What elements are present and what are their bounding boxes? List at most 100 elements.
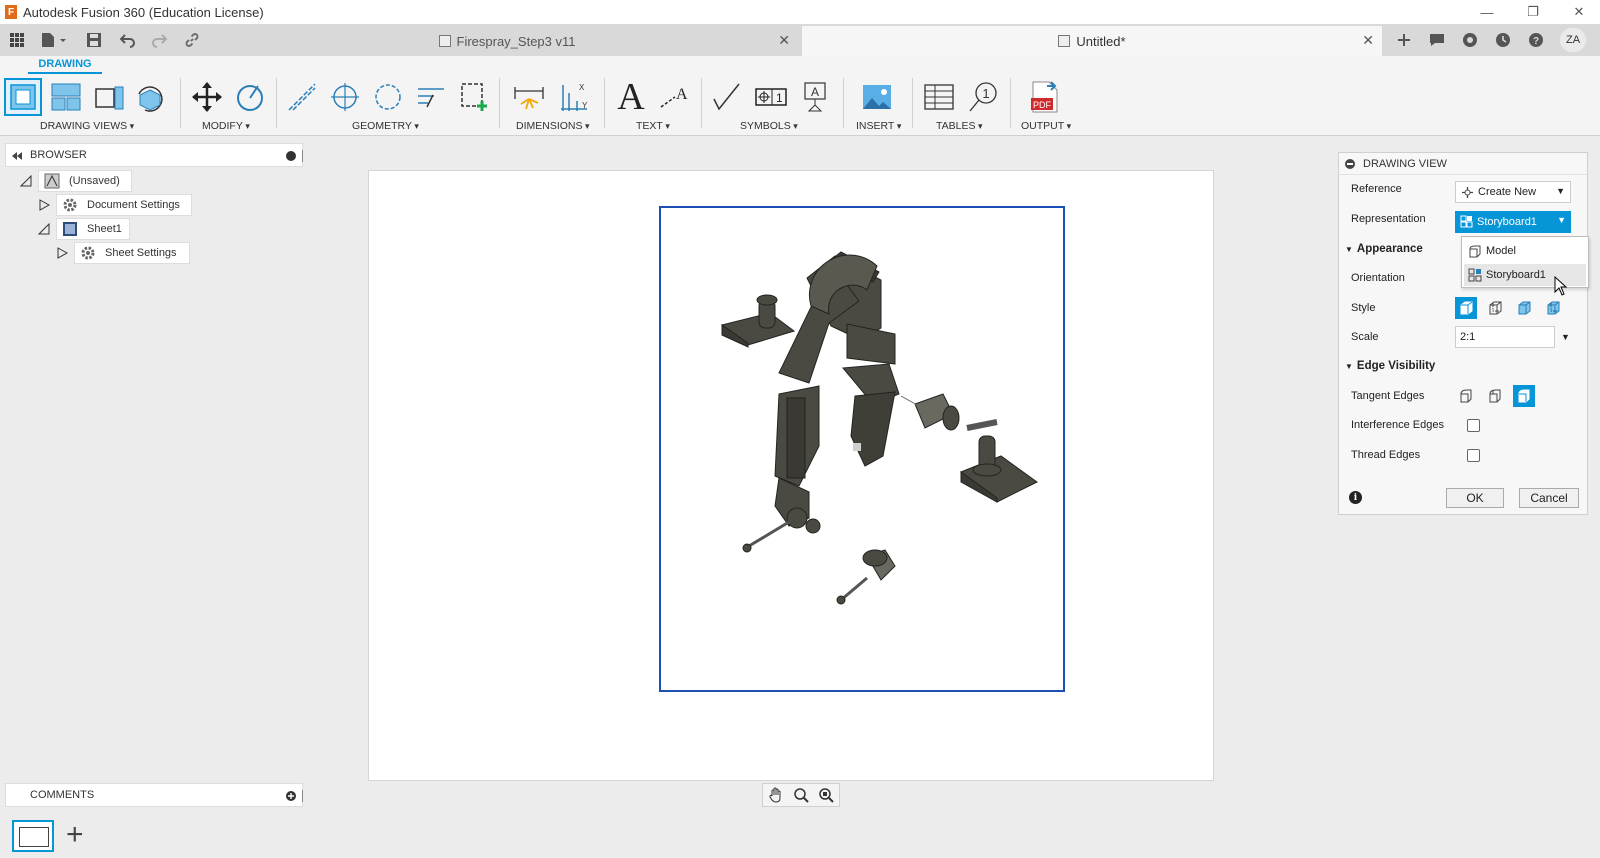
tangent-shortened-icon[interactable]	[1513, 385, 1535, 407]
group-tables[interactable]: TABLES	[936, 120, 983, 132]
pan-hand-icon[interactable]	[767, 786, 785, 804]
add-sheet-button[interactable]: +	[66, 818, 84, 852]
interference-edges-checkbox[interactable]	[1467, 419, 1480, 432]
center-mark-icon[interactable]	[326, 78, 364, 116]
workspace-tab-drawing[interactable]: DRAWING	[28, 58, 102, 74]
expand-triangle-icon[interactable]	[38, 199, 50, 211]
group-dimensions[interactable]: DIMENSIONS	[516, 120, 590, 132]
tree-item-sheet-settings[interactable]: Sheet Settings	[56, 242, 190, 264]
insert-image-icon[interactable]	[858, 78, 896, 116]
style-shaded-icon[interactable]	[1513, 297, 1535, 319]
thread-edges-label: Thread Edges	[1351, 449, 1421, 461]
expand-triangle-icon[interactable]	[56, 247, 68, 259]
style-shaded-hidden-icon[interactable]	[1542, 297, 1564, 319]
collapse-dialog-icon[interactable]	[1345, 158, 1355, 169]
group-modify[interactable]: MODIFY	[202, 120, 250, 132]
tab-firespray[interactable]: Firespray_Step3 v11 ✕	[216, 26, 798, 56]
detail-view-icon[interactable]	[132, 78, 170, 116]
cancel-button[interactable]: Cancel	[1519, 488, 1579, 508]
add-comment-icon[interactable]	[286, 791, 296, 801]
ordinate-dimension-icon[interactable]: XY	[554, 78, 592, 116]
group-symbols[interactable]: SYMBOLS	[740, 120, 798, 132]
style-hidden-edges-icon[interactable]	[1484, 297, 1506, 319]
pdf-output-icon[interactable]: PDF	[1026, 78, 1064, 116]
comments-panel-header[interactable]: COMMENTS	[5, 783, 303, 807]
reference-dropdown[interactable]: Create New ▼	[1455, 181, 1571, 203]
save-icon[interactable]	[84, 30, 104, 50]
sheet-thumbnail[interactable]	[12, 820, 54, 852]
browser-minimize-icon[interactable]	[286, 151, 296, 161]
zoom-fit-icon[interactable]	[817, 786, 835, 804]
style-visible-edges-icon[interactable]	[1455, 297, 1477, 319]
chevron-down-icon: ▼	[1556, 186, 1565, 196]
minimize-button[interactable]: —	[1464, 0, 1510, 24]
edge-extension-icon[interactable]	[412, 78, 450, 116]
appearance-header[interactable]: Appearance	[1345, 243, 1423, 255]
text-icon[interactable]: A	[612, 76, 650, 118]
tab-untitled[interactable]: Untitled* ✕	[802, 26, 1382, 56]
panel-pin-icon[interactable]	[302, 790, 303, 802]
fusion-logo-icon: F	[5, 5, 17, 19]
panel-pin-icon[interactable]	[302, 150, 303, 162]
app-grid-icon[interactable]	[7, 30, 27, 50]
leader-icon[interactable]: A	[655, 78, 693, 116]
collapse-triangle-icon[interactable]	[20, 175, 32, 187]
notifications-icon[interactable]	[1426, 29, 1448, 51]
drawing-view-frame[interactable]	[659, 206, 1065, 692]
new-tab-icon[interactable]	[1393, 29, 1415, 51]
dialog-header[interactable]: DRAWING VIEW	[1339, 153, 1587, 175]
balloon-icon[interactable]: 1	[964, 78, 1002, 116]
group-insert[interactable]: INSERT	[856, 120, 901, 132]
collapse-triangle-icon[interactable]	[38, 223, 50, 235]
job-status-icon[interactable]	[1492, 29, 1514, 51]
group-text[interactable]: TEXT	[636, 120, 670, 132]
group-drawing-views[interactable]: DRAWING VIEWS	[40, 120, 134, 132]
group-output[interactable]: OUTPUT	[1021, 120, 1071, 132]
datum-identifier-icon[interactable]: A	[796, 78, 834, 116]
close-tab-icon[interactable]: ✕	[1362, 32, 1374, 49]
surface-texture-icon[interactable]	[708, 78, 746, 116]
feature-control-frame-icon[interactable]: 1	[752, 78, 790, 116]
tree-item-sheet1[interactable]: Sheet1	[38, 218, 130, 240]
dropdown-option-model[interactable]: Model	[1464, 240, 1586, 262]
tangent-off-icon[interactable]	[1455, 385, 1477, 407]
tangent-full-icon[interactable]	[1484, 385, 1506, 407]
undo-icon[interactable]	[118, 30, 138, 50]
browser-panel-header[interactable]: BROWSER	[5, 143, 303, 167]
thread-edges-checkbox[interactable]	[1467, 449, 1480, 462]
link-icon[interactable]	[182, 30, 202, 50]
info-icon[interactable]: i	[1349, 491, 1362, 504]
svg-text:A: A	[811, 85, 819, 99]
maximize-button[interactable]: ❐	[1510, 0, 1556, 24]
user-avatar[interactable]: ZA	[1560, 28, 1586, 52]
ok-button[interactable]: OK	[1446, 488, 1504, 508]
rotate-icon[interactable]	[231, 78, 269, 116]
table-icon[interactable]	[920, 78, 958, 116]
projected-view-icon[interactable]	[47, 78, 85, 116]
extensions-icon[interactable]	[1459, 29, 1481, 51]
section-view-icon[interactable]	[90, 78, 128, 116]
collapse-panel-icon[interactable]	[11, 151, 23, 161]
center-mark-pattern-icon[interactable]	[369, 78, 407, 116]
base-view-icon[interactable]	[4, 78, 42, 116]
edge-visibility-section[interactable]: Edge Visibility	[1339, 352, 1587, 380]
redo-icon[interactable]	[149, 30, 169, 50]
representation-dropdown[interactable]: Storyboard1 ▼	[1455, 211, 1571, 233]
close-tab-icon[interactable]: ✕	[778, 32, 790, 49]
ribbon-divider	[276, 78, 277, 128]
close-window-button[interactable]: ✕	[1556, 0, 1600, 24]
svg-text:Y: Y	[582, 101, 588, 110]
break-view-icon[interactable]	[455, 78, 493, 116]
edge-visibility-header[interactable]: Edge Visibility	[1345, 360, 1435, 372]
dimension-icon[interactable]	[510, 78, 548, 116]
tree-item-document-settings[interactable]: Document Settings	[38, 194, 192, 216]
chevron-down-icon[interactable]: ▼	[1561, 332, 1570, 342]
group-geometry[interactable]: GEOMETRY	[352, 120, 419, 132]
file-menu-icon[interactable]	[38, 30, 70, 50]
centerline-icon[interactable]	[283, 78, 321, 116]
help-icon[interactable]: ?	[1525, 29, 1547, 51]
zoom-window-icon[interactable]	[792, 786, 810, 804]
tree-item-unsaved[interactable]: (Unsaved)	[20, 170, 132, 192]
move-icon[interactable]	[188, 78, 226, 116]
scale-field[interactable]: 2:1	[1455, 326, 1555, 348]
